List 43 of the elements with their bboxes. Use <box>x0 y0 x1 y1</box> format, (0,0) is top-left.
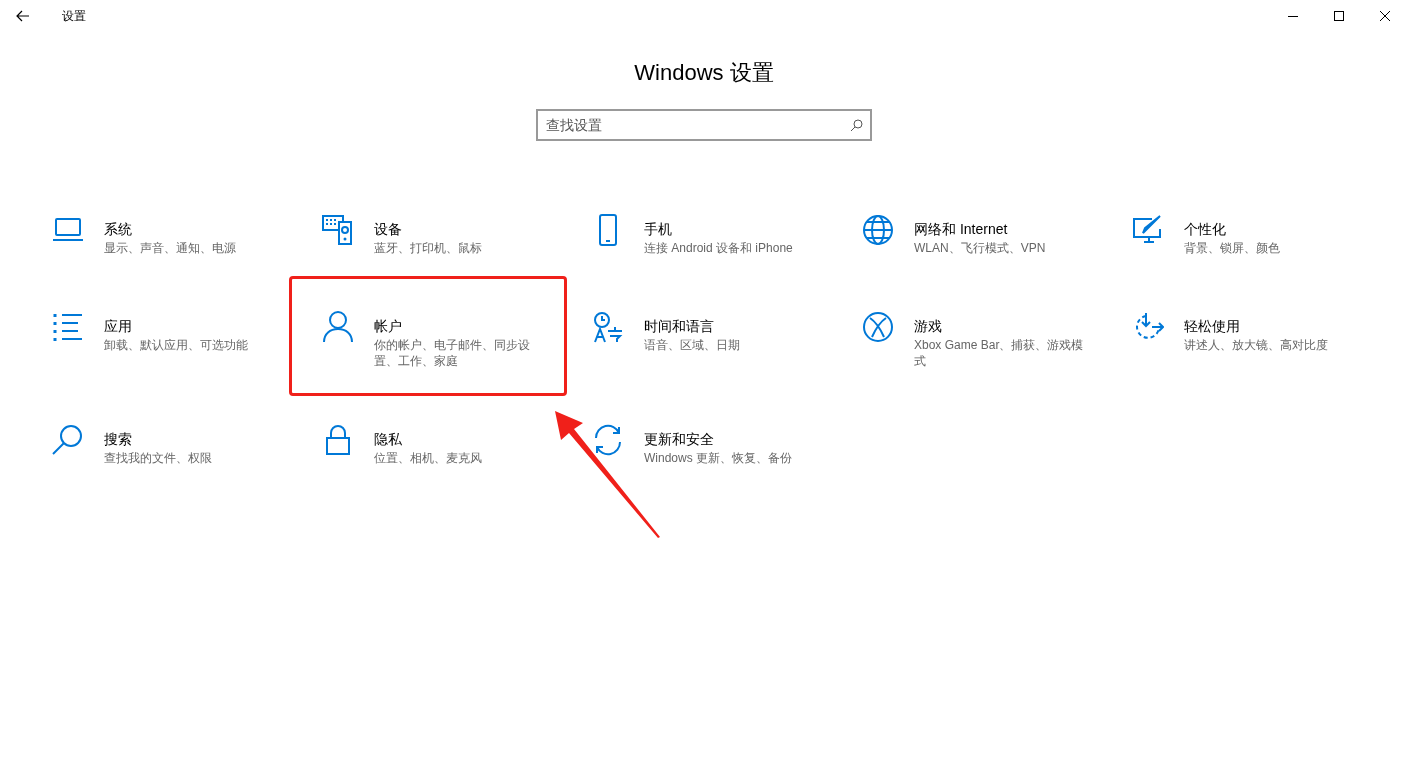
settings-category-link[interactable]: 手机 <box>644 220 672 238</box>
category-description: 你的帐户、电子邮件、同步设置、工作、家庭 <box>374 337 531 369</box>
category-description: 连接 Android 设备和 iPhone <box>644 240 794 256</box>
sync-icon <box>592 424 624 456</box>
xbox-icon <box>862 311 894 343</box>
minimize-icon <box>1288 15 1298 17</box>
category-description: 显示、声音、通知、电源 <box>104 240 237 256</box>
settings-category-link[interactable]: 个性化 <box>1184 220 1226 238</box>
back-arrow-icon <box>16 10 30 22</box>
settings-category-link[interactable]: 帐户 <box>374 317 402 335</box>
search-icon <box>52 424 84 456</box>
settings-category-link[interactable]: 网络和 Internet <box>914 220 1008 238</box>
settings-category-link[interactable]: 搜索 <box>104 430 132 448</box>
category-description: 背景、锁屏、颜色 <box>1184 240 1281 256</box>
keyboard-speaker-icon <box>322 214 354 246</box>
category-description: Xbox Game Bar、捕获、游戏模式 <box>914 337 1085 369</box>
category-description: 查找我的文件、权限 <box>104 450 213 466</box>
category-description: Windows 更新、恢复、备份 <box>644 450 793 466</box>
search-icon <box>850 119 863 132</box>
list-icon <box>52 311 84 343</box>
category-description: WLAN、飞行模式、VPN <box>914 240 1047 256</box>
category-description: 位置、相机、麦克风 <box>374 450 483 466</box>
clock-letter-icon <box>592 311 624 343</box>
settings-category-link[interactable]: 设备 <box>374 220 402 238</box>
settings-category-link[interactable]: 时间和语言 <box>644 317 714 335</box>
settings-category-link[interactable]: 隐私 <box>374 430 402 448</box>
close-icon <box>1380 11 1390 21</box>
category-description: 讲述人、放大镜、高对比度 <box>1184 337 1329 353</box>
settings-category-link[interactable]: 轻松使用 <box>1184 317 1240 335</box>
category-description: 蓝牙、打印机、鼠标 <box>374 240 483 256</box>
settings-category-link[interactable]: 系统 <box>104 220 132 238</box>
category-description: 语音、区域、日期 <box>644 337 741 353</box>
search-field[interactable]: 查找设置 <box>536 109 872 141</box>
settings-category-link[interactable]: 应用 <box>104 317 132 335</box>
settings-category-link[interactable]: 更新和安全 <box>644 430 714 448</box>
monitor-brush-icon <box>1132 214 1164 246</box>
settings-category-link[interactable]: 游戏 <box>914 317 942 335</box>
maximize-icon <box>1334 11 1344 21</box>
category-description: 卸载、默认应用、可选功能 <box>104 337 249 353</box>
globe-icon <box>862 214 894 246</box>
page-heading: Windows 设置 <box>634 59 774 87</box>
person-icon <box>322 311 354 343</box>
window-title: 设置 <box>62 8 86 25</box>
